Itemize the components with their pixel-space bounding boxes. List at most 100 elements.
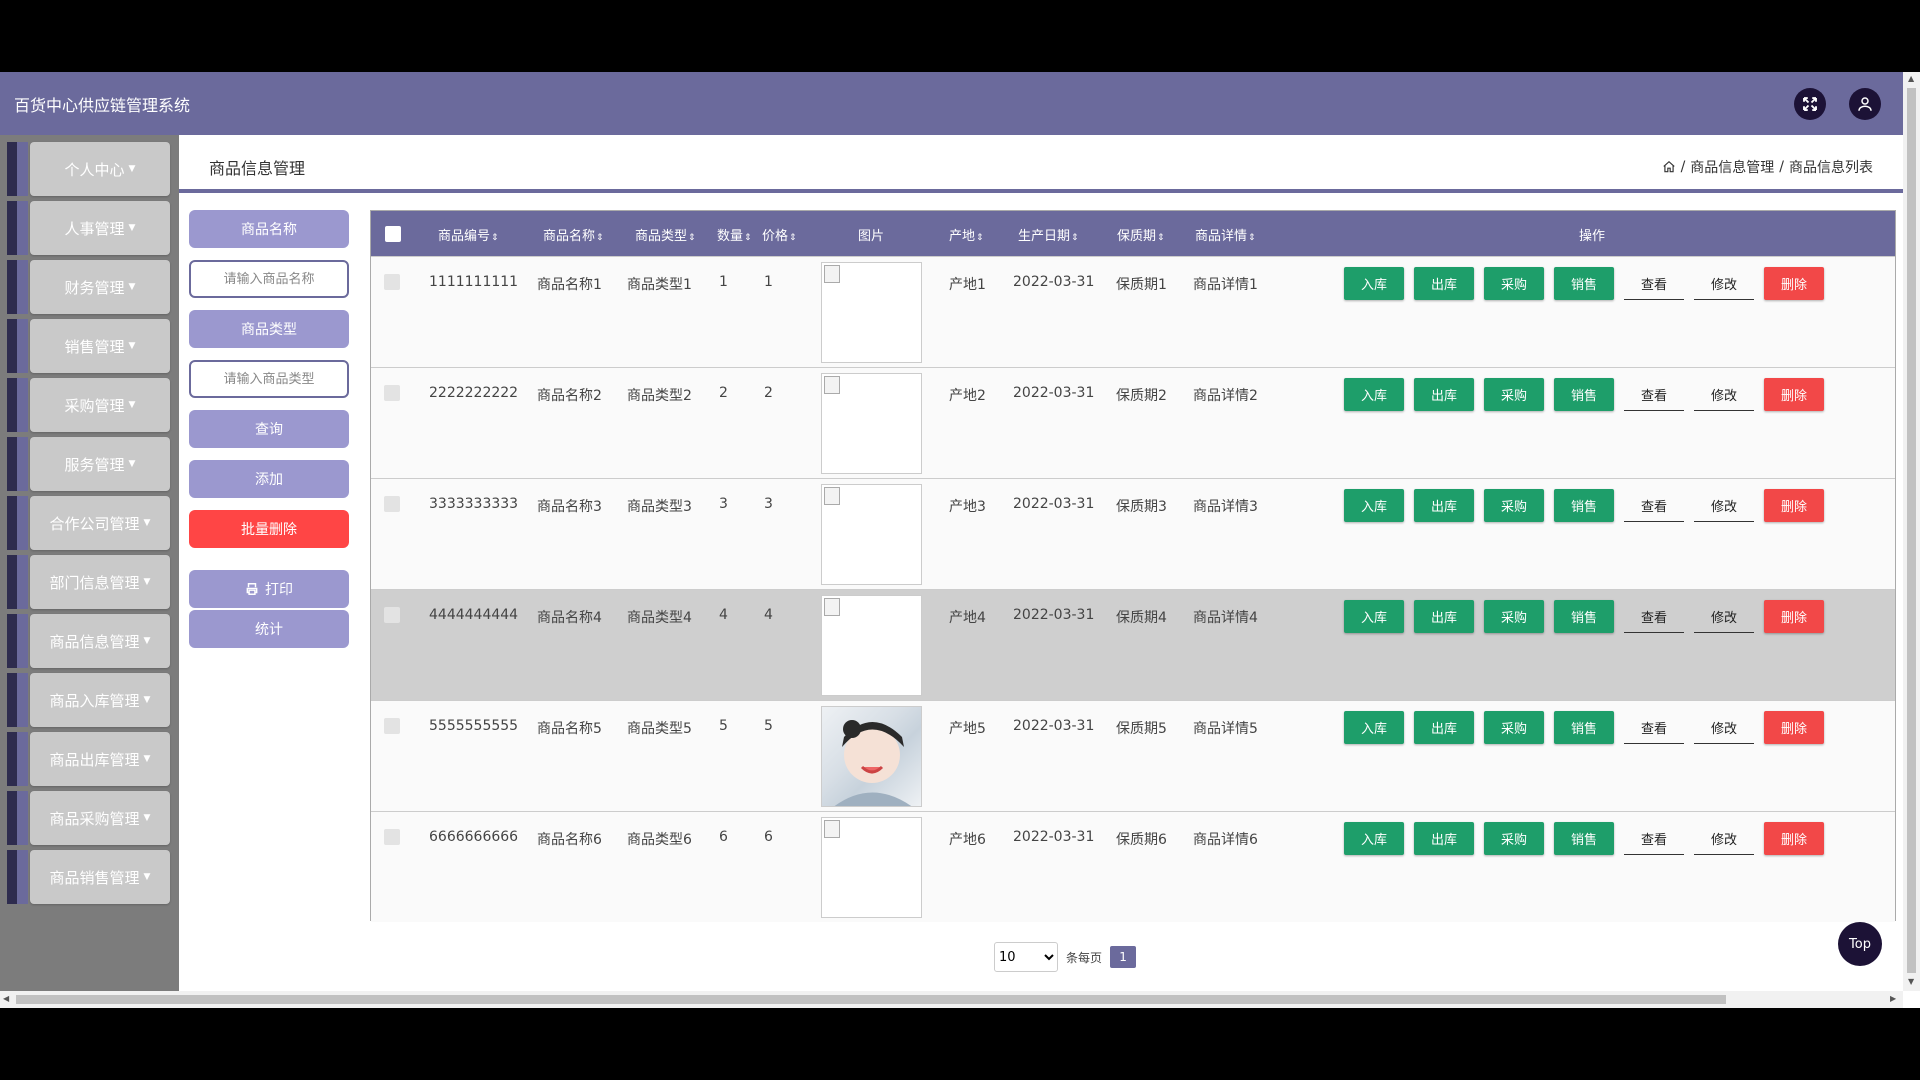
sidebar-item[interactable]: 人事管理 ▼ [7,201,170,255]
sidebar-item[interactable]: 销售管理 ▼ [7,319,170,373]
sidebar-item-button[interactable]: 商品采购管理 ▼ [30,791,170,845]
sidebar-item[interactable]: 部门信息管理 ▼ [7,555,170,609]
select-all-checkbox[interactable] [385,226,401,242]
sidebar-item[interactable]: 采购管理 ▼ [7,378,170,432]
sidebar-item[interactable]: 商品入库管理 ▼ [7,673,170,727]
print-button[interactable]: 打印 [189,570,349,608]
batch-delete-button[interactable]: 批量删除 [189,510,349,548]
type-search-input[interactable] [189,360,349,398]
col-header-shelf[interactable]: 保质期⇕ [1117,225,1165,244]
row-checkbox[interactable] [384,496,400,512]
in-button[interactable]: 入库 [1344,822,1404,855]
view-button[interactable]: 查看 [1624,267,1684,300]
sell-button[interactable]: 销售 [1554,489,1614,522]
name-search-input[interactable] [189,260,349,298]
purchase-button[interactable]: 采购 [1484,822,1544,855]
col-header-name[interactable]: 商品名称⇕ [543,225,604,244]
sidebar-item-button[interactable]: 采购管理 ▼ [30,378,170,432]
sidebar-item-button[interactable]: 服务管理 ▼ [30,437,170,491]
out-button[interactable]: 出库 [1414,711,1474,744]
in-button[interactable]: 入库 [1344,600,1404,633]
sidebar-item[interactable]: 个人中心 ▼ [7,142,170,196]
sidebar-item-button[interactable]: 商品入库管理 ▼ [30,673,170,727]
user-button[interactable] [1849,88,1881,120]
edit-button[interactable]: 修改 [1694,489,1754,522]
edit-button[interactable]: 修改 [1694,711,1754,744]
breadcrumb-item-manage[interactable]: 商品信息管理 [1690,157,1774,177]
sell-button[interactable]: 销售 [1554,378,1614,411]
query-button[interactable]: 查询 [189,410,349,448]
horizontal-scroll-thumb[interactable] [16,995,1726,1004]
scroll-right-arrow[interactable]: ▶ [1890,994,1896,1003]
sell-button[interactable]: 销售 [1554,267,1614,300]
col-header-type[interactable]: 商品类型⇕ [635,225,696,244]
purchase-button[interactable]: 采购 [1484,600,1544,633]
sidebar-item-button[interactable]: 财务管理 ▼ [30,260,170,314]
sidebar-item-button[interactable]: 个人中心 ▼ [30,142,170,196]
out-button[interactable]: 出库 [1414,600,1474,633]
vertical-scroll-thumb[interactable] [1907,88,1916,973]
sidebar-item[interactable]: 商品信息管理 ▼ [7,614,170,668]
sidebar-item[interactable]: 合作公司管理 ▼ [7,496,170,550]
sell-button[interactable]: 销售 [1554,600,1614,633]
out-button[interactable]: 出库 [1414,489,1474,522]
fullscreen-button[interactable] [1794,88,1826,120]
sidebar-item-button[interactable]: 人事管理 ▼ [30,201,170,255]
delete-button[interactable]: 删除 [1764,600,1824,633]
in-button[interactable]: 入库 [1344,489,1404,522]
out-button[interactable]: 出库 [1414,822,1474,855]
sidebar-item-button[interactable]: 合作公司管理 ▼ [30,496,170,550]
sidebar-item-button[interactable]: 部门信息管理 ▼ [30,555,170,609]
stats-button[interactable]: 统计 [189,610,349,648]
in-button[interactable]: 入库 [1344,378,1404,411]
out-button[interactable]: 出库 [1414,378,1474,411]
edit-button[interactable]: 修改 [1694,600,1754,633]
row-checkbox[interactable] [384,385,400,401]
in-button[interactable]: 入库 [1344,267,1404,300]
row-checkbox[interactable] [384,607,400,623]
col-header-price[interactable]: 价格⇕ [762,225,797,244]
view-button[interactable]: 查看 [1624,378,1684,411]
purchase-button[interactable]: 采购 [1484,267,1544,300]
sell-button[interactable]: 销售 [1554,822,1614,855]
sidebar-item-button[interactable]: 商品出库管理 ▼ [30,732,170,786]
scroll-left-arrow[interactable]: ◀ [3,994,9,1003]
sidebar-item[interactable]: 商品销售管理 ▼ [7,850,170,904]
add-button[interactable]: 添加 [189,460,349,498]
sidebar-item[interactable]: 财务管理 ▼ [7,260,170,314]
home-icon[interactable] [1662,160,1676,174]
edit-button[interactable]: 修改 [1694,267,1754,300]
delete-button[interactable]: 删除 [1764,489,1824,522]
horizontal-scrollbar[interactable]: ◀ ▶ [0,991,1903,1008]
sidebar-item[interactable]: 服务管理 ▼ [7,437,170,491]
col-header-qty[interactable]: 数量⇕ [717,225,752,244]
purchase-button[interactable]: 采购 [1484,711,1544,744]
purchase-button[interactable]: 采购 [1484,489,1544,522]
vertical-scrollbar[interactable]: ▲ ▼ [1903,72,1920,991]
scroll-up-arrow[interactable]: ▲ [1908,74,1914,83]
col-header-detail[interactable]: 商品详情⇕ [1195,225,1256,244]
out-button[interactable]: 出库 [1414,267,1474,300]
in-button[interactable]: 入库 [1344,711,1404,744]
view-button[interactable]: 查看 [1624,489,1684,522]
view-button[interactable]: 查看 [1624,822,1684,855]
view-button[interactable]: 查看 [1624,711,1684,744]
delete-button[interactable]: 删除 [1764,822,1824,855]
back-to-top-button[interactable]: Top [1838,922,1882,966]
row-checkbox[interactable] [384,274,400,290]
view-button[interactable]: 查看 [1624,600,1684,633]
col-header-code[interactable]: 商品编号⇕ [438,225,499,244]
sidebar-item[interactable]: 商品出库管理 ▼ [7,732,170,786]
col-header-date[interactable]: 生产日期⇕ [1018,225,1079,244]
sidebar-item-button[interactable]: 销售管理 ▼ [30,319,170,373]
delete-button[interactable]: 删除 [1764,267,1824,300]
page-button-1[interactable]: 1 [1110,946,1137,968]
row-checkbox[interactable] [384,829,400,845]
edit-button[interactable]: 修改 [1694,822,1754,855]
edit-button[interactable]: 修改 [1694,378,1754,411]
sidebar-item-button[interactable]: 商品信息管理 ▼ [30,614,170,668]
sell-button[interactable]: 销售 [1554,711,1614,744]
sidebar-item[interactable]: 商品采购管理 ▼ [7,791,170,845]
sidebar-item-button[interactable]: 商品销售管理 ▼ [30,850,170,904]
delete-button[interactable]: 删除 [1764,711,1824,744]
